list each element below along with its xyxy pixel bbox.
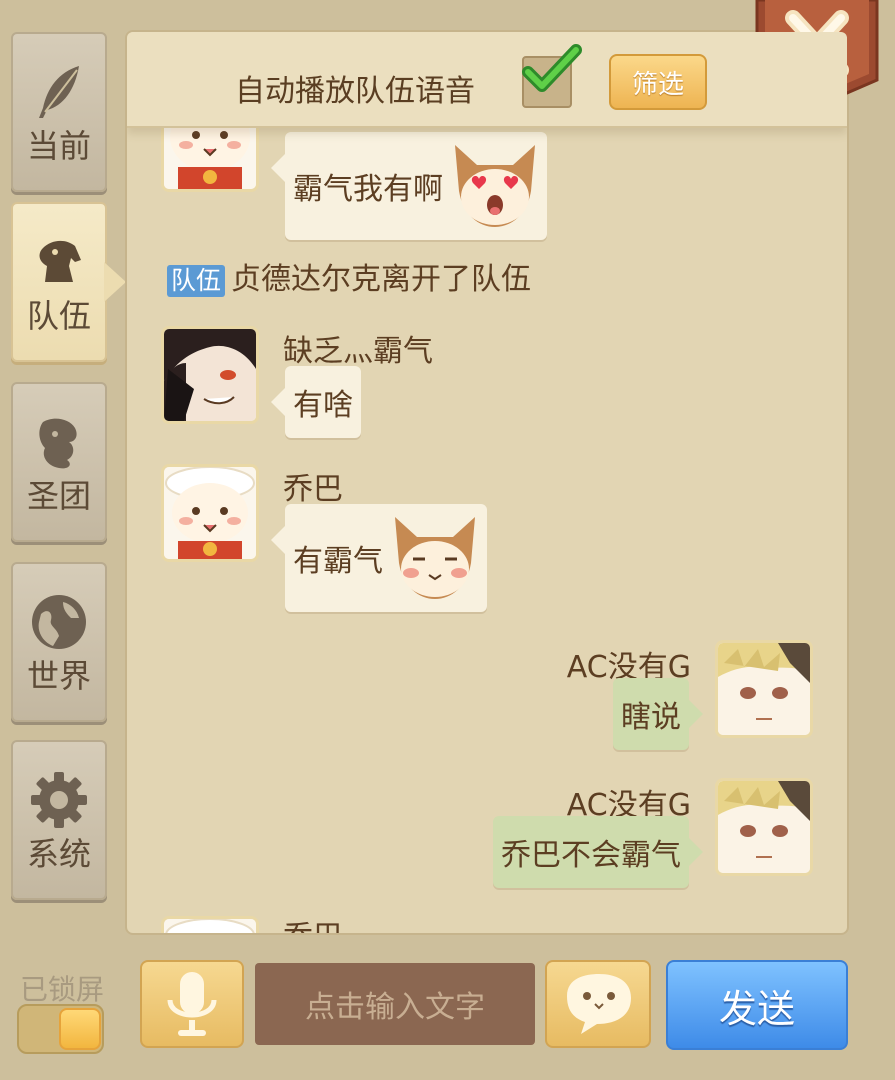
- system-message-text: 贞德达尔克离开了队伍: [231, 262, 532, 297]
- dark-hair-avatar[interactable]: [161, 326, 259, 424]
- chat-header: 自动播放队伍语音 筛选: [127, 32, 847, 128]
- filter-button[interactable]: 筛选: [609, 54, 707, 110]
- chat-bubble: 有霸气: [271, 504, 487, 612]
- emoji-button[interactable]: [545, 960, 651, 1048]
- checkmark-icon: [522, 44, 582, 92]
- blond-avatar[interactable]: [715, 778, 813, 876]
- chat-panel: 自动播放队伍语音 筛选 霸气我有啊 队伍 贞德达尔克离开了队伍 缺乏灬霸气 有啥…: [125, 30, 849, 935]
- message-text: 乔巴不会霸气: [501, 838, 681, 873]
- team-channel-tag: 队伍: [167, 265, 226, 297]
- send-button[interactable]: 发送: [666, 960, 848, 1050]
- toggle-knob: [59, 1008, 101, 1050]
- tab-label: 系统: [26, 835, 91, 873]
- sender-name[interactable]: 乔巴: [283, 912, 343, 933]
- globe-icon: [32, 595, 86, 649]
- dark-hair-character-icon: [164, 329, 256, 421]
- my-chat-bubble: 乔巴不会霸气: [493, 816, 703, 888]
- sheep-character-icon: [164, 467, 256, 559]
- tab-system[interactable]: 系统: [11, 740, 107, 900]
- lion-emblem-icon: [39, 418, 77, 469]
- blushing-fox-emote: [395, 517, 475, 599]
- tab-label: 当前: [26, 127, 91, 165]
- feather-icon: [39, 66, 79, 118]
- system-message: 队伍 贞德达尔克离开了队伍: [167, 254, 531, 298]
- tab-guild[interactable]: 圣团: [11, 382, 107, 542]
- chat-bubble: 霸气我有啊: [271, 132, 547, 240]
- tab-current[interactable]: 当前: [11, 32, 107, 192]
- channel-tabs: 当前 队伍 圣团 世界 系统: [0, 0, 126, 1080]
- tab-team[interactable]: 队伍: [11, 202, 107, 362]
- tab-label: 圣团: [26, 477, 91, 515]
- gear-icon: [31, 772, 87, 828]
- auto-play-voice-checkbox[interactable]: [522, 44, 582, 108]
- microphone-icon: [167, 972, 217, 1036]
- auto-play-voice-label: 自动播放队伍语音: [235, 74, 475, 109]
- sender-name[interactable]: 乔巴: [283, 464, 343, 508]
- screen-lock-toggle[interactable]: [17, 1004, 104, 1054]
- blond-avatar[interactable]: [715, 640, 813, 738]
- message-text: 霸气我有啊: [293, 172, 443, 207]
- blond-character-icon: [718, 781, 810, 873]
- message-text: 瞎说: [621, 700, 681, 735]
- my-chat-bubble: 瞎说: [613, 678, 703, 750]
- horse-head-icon: [39, 240, 81, 282]
- active-tab-pointer: [104, 262, 126, 302]
- sender-name[interactable]: 缺乏灬霸气: [283, 326, 433, 370]
- blond-character-icon: [718, 643, 810, 735]
- sheep-character-icon: [164, 919, 256, 933]
- emoji-face-icon: [567, 974, 631, 1034]
- chat-bubble: 有啥: [271, 366, 361, 438]
- tab-label: 队伍: [26, 297, 91, 335]
- message-input[interactable]: 点击输入文字: [255, 963, 535, 1045]
- tab-label: 世界: [26, 657, 91, 695]
- sheep-avatar[interactable]: [161, 916, 259, 933]
- screen-lock-label: 已锁屏: [20, 973, 105, 1006]
- tab-world[interactable]: 世界: [11, 562, 107, 722]
- heart-eyes-fox-emote: [455, 145, 535, 227]
- sheep-avatar[interactable]: [161, 464, 259, 562]
- message-text: 有霸气: [293, 544, 383, 579]
- message-text: 有啥: [293, 388, 353, 423]
- voice-button[interactable]: [140, 960, 244, 1048]
